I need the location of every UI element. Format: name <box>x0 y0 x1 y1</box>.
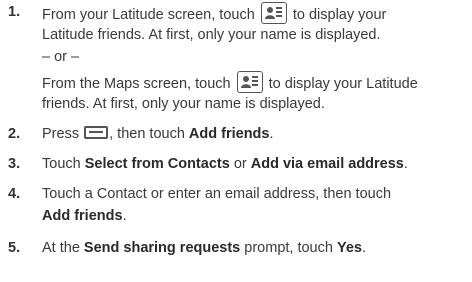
step-2-number: 2. <box>8 126 21 142</box>
instructions-document: 1. From your Latitude screen, touch to d… <box>0 0 472 282</box>
menu-icon <box>84 125 109 139</box>
step-1-line-4: friends. At first, only your name is dis… <box>42 96 325 112</box>
step-2-line: Press , then touch Add friends. <box>42 125 274 143</box>
step-1-line-1: From your Latitude screen, touch to disp… <box>42 2 387 26</box>
step-3-text-a: Touch <box>42 156 81 172</box>
step-4-line-2: Add friends. <box>42 208 127 225</box>
step-4-line-1: Touch a Contact or enter an email addres… <box>42 186 392 202</box>
step-1-text-c: From the Maps screen, touch <box>42 75 231 92</box>
step-5-text-a: At the <box>42 240 80 256</box>
step-5-number: 5. <box>8 240 21 256</box>
step-1-text-a: From your Latitude screen, touch <box>42 6 255 23</box>
step-1-text-d: to display your Latitude <box>268 75 418 92</box>
step-3-text-c: . <box>403 156 408 172</box>
step-5-text-c: . <box>361 240 367 256</box>
step-5-text-b: prompt, touch <box>244 240 333 256</box>
step-3-line: Touch Select from Contacts or Add via em… <box>42 156 408 173</box>
latitude-friends-icon <box>236 71 263 93</box>
step-1-text-b: to display your <box>292 6 387 23</box>
step-3-bold-2: Add via email address <box>250 156 404 172</box>
latitude-friends-icon <box>260 2 287 24</box>
step-1-line-3: From the Maps screen, touch to display y… <box>42 71 418 95</box>
step-2-text-a: Press <box>42 126 80 142</box>
step-5-bold-2: Yes <box>336 240 362 256</box>
step-4-number: 4. <box>8 186 21 202</box>
step-1-number: 1. <box>8 4 21 20</box>
step-1-line-2: Latitude friends. At first, only your na… <box>42 27 381 43</box>
step-5-bold-1: Send sharing requests <box>83 240 241 256</box>
step-2-text-b: , then touch <box>109 126 185 142</box>
step-3-text-b: or <box>233 156 247 172</box>
step-3-bold-1: Select from Contacts <box>84 156 230 172</box>
step-2-bold: Add friends <box>188 126 270 142</box>
step-4-bold: Add friends <box>42 208 123 224</box>
step-1-or: – or – <box>42 49 80 65</box>
step-3-number: 3. <box>8 156 21 172</box>
step-4-text-c: . <box>122 208 127 224</box>
step-2-text-c: . <box>269 126 274 142</box>
step-5-line: At the Send sharing requests prompt, tou… <box>42 240 366 257</box>
